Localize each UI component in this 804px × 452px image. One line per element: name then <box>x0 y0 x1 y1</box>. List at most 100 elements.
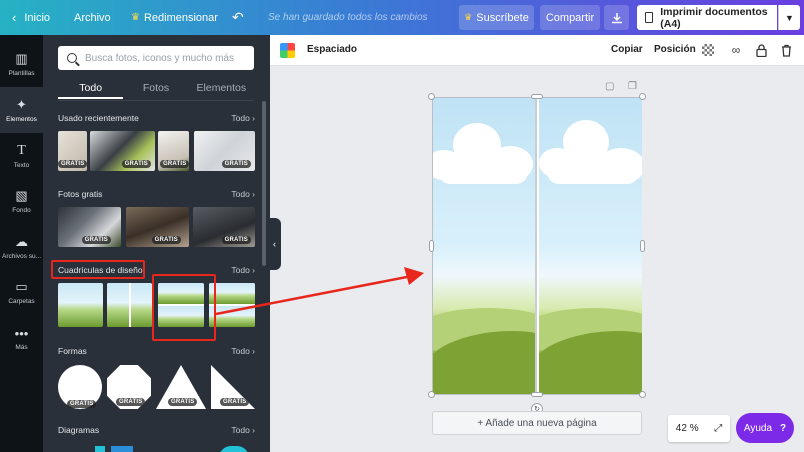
free-badge: GRATIS <box>151 236 181 244</box>
tab-divider <box>58 100 254 101</box>
resize-handle[interactable] <box>428 391 435 398</box>
resize-handle[interactable] <box>640 240 645 252</box>
grid-cell <box>130 283 152 327</box>
rail-item-text[interactable]: T Texto <box>0 133 43 179</box>
chevron-left-icon: ‹ <box>12 10 17 25</box>
tab-photos[interactable]: Fotos <box>123 79 188 99</box>
resize-handle[interactable] <box>531 94 543 99</box>
more-icon: ••• <box>14 325 29 341</box>
spacing-button[interactable]: Espaciado <box>307 44 357 55</box>
free-badge: GRATIS <box>58 160 87 168</box>
help-button[interactable]: Ayuda ? <box>736 413 794 443</box>
see-all-link[interactable]: Todo › <box>231 265 255 275</box>
recent-photo[interactable]: GRATIS <box>90 131 155 171</box>
help-label: Ayuda <box>743 422 773 434</box>
background-icon: ▧ <box>15 188 28 203</box>
collapse-panel-button[interactable]: ‹ <box>268 218 281 270</box>
chart-preview[interactable] <box>95 446 105 452</box>
section-title: Fotos gratis <box>58 189 103 199</box>
subscribe-label: Suscríbete <box>476 11 529 24</box>
section-shapes-header: Formas Todo › <box>58 346 255 356</box>
resize-button[interactable]: ♛ Redimensionar <box>131 0 218 35</box>
shape-circle[interactable]: GRATIS <box>58 365 102 409</box>
see-all-link[interactable]: Todo › <box>231 346 255 356</box>
position-button[interactable]: Posición <box>654 44 696 55</box>
undo-icon[interactable]: ↶ <box>232 0 244 35</box>
file-menu[interactable]: Archivo <box>74 0 111 35</box>
lock-icon[interactable] <box>753 42 769 58</box>
grid-spacing-divider[interactable] <box>535 97 537 395</box>
resize-handle[interactable] <box>429 240 434 252</box>
free-photo[interactable]: GRATIS <box>193 207 255 247</box>
recent-photo[interactable]: GRATIS <box>194 131 255 171</box>
zoom-control[interactable]: 42 % ⤢ <box>668 415 730 442</box>
document-icon <box>645 12 654 23</box>
resize-handle[interactable] <box>639 391 646 398</box>
resize-label: Redimensionar <box>143 11 218 24</box>
section-free-photos-header: Fotos gratis Todo › <box>58 189 255 199</box>
add-page-button[interactable]: + Añade una nueva página <box>432 411 642 435</box>
save-status: Se han guardado todos los cambios <box>268 12 428 23</box>
grid-cell-left[interactable] <box>433 98 536 394</box>
tab-elements[interactable]: Elementos <box>189 79 254 99</box>
home-button[interactable]: ‹ Inicio <box>12 0 50 35</box>
shape-right-triangle[interactable]: GRATIS <box>211 365 255 409</box>
crown-icon: ♛ <box>464 12 473 22</box>
section-title: Diagramas <box>58 425 100 435</box>
rail-item-folders[interactable]: ▭ Carpetas <box>0 269 43 315</box>
print-button[interactable]: Imprimir documentos (A4) <box>637 5 777 30</box>
see-all-link[interactable]: Todo › <box>231 425 255 435</box>
free-photo[interactable]: GRATIS <box>58 207 121 247</box>
download-icon <box>611 12 622 23</box>
section-title: Formas <box>58 346 87 356</box>
rail-item-uploads[interactable]: ☁ Archivos su... <box>0 224 43 270</box>
share-button[interactable]: Compartir <box>540 5 600 30</box>
cloud <box>438 158 528 184</box>
panel-tabs: Todo Fotos Elementos <box>58 79 254 99</box>
section-recent-header: Usado recientemente Todo › <box>58 113 255 123</box>
rail-item-elements[interactable]: ✦ Elementos <box>0 87 43 133</box>
search-icon <box>67 53 77 63</box>
chevron-down-icon[interactable]: ▼ <box>778 5 800 30</box>
rail-item-more[interactable]: ••• Más <box>0 315 43 361</box>
download-button[interactable] <box>604 5 629 30</box>
resize-handle[interactable] <box>531 392 543 397</box>
rail-item-background[interactable]: ▧ Fondo <box>0 178 43 224</box>
grid-two-columns[interactable] <box>107 283 152 327</box>
chart-preview[interactable] <box>219 446 249 452</box>
link-icon[interactable]: ∞ <box>728 42 744 58</box>
search-box[interactable] <box>58 46 254 70</box>
rail-item-templates[interactable]: ▥ Plantillas <box>0 41 43 87</box>
free-badge: GRATIS <box>221 160 251 168</box>
recent-photo[interactable]: GRATIS <box>158 131 189 171</box>
trash-icon[interactable] <box>778 42 794 58</box>
editor-toolbar: Espaciado Copiar Posición ∞ <box>270 35 804 66</box>
shape-octagon[interactable]: GRATIS <box>107 365 151 409</box>
free-badge: GRATIS <box>168 398 198 406</box>
tab-all[interactable]: Todo <box>58 79 124 99</box>
color-picker-icon[interactable] <box>280 43 295 58</box>
upload-icon: ☁ <box>15 234 28 249</box>
search-input[interactable] <box>85 52 245 64</box>
panel-scrollbar[interactable] <box>262 101 266 266</box>
fullscreen-icon[interactable]: ⤢ <box>714 423 722 434</box>
free-badge: GRATIS <box>67 400 97 408</box>
recent-photo[interactable]: GRATIS <box>58 131 87 171</box>
copy-button[interactable]: Copiar <box>611 44 643 55</box>
grid-cell-right[interactable] <box>539 98 642 394</box>
chevron-left-icon: ‹ <box>273 239 276 249</box>
transparency-icon[interactable] <box>702 44 714 56</box>
see-all-link[interactable]: Todo › <box>231 189 255 199</box>
grid-single[interactable] <box>58 283 103 327</box>
free-photo[interactable]: GRATIS <box>126 207 189 247</box>
duplicate-page-icon[interactable]: ❐ <box>628 81 637 92</box>
free-badge: GRATIS <box>81 236 111 244</box>
resize-handle[interactable] <box>428 93 435 100</box>
canvas-page[interactable] <box>432 97 642 395</box>
comment-icon[interactable]: ▢ <box>605 81 614 92</box>
resize-handle[interactable] <box>639 93 646 100</box>
shape-triangle[interactable]: GRATIS <box>156 365 206 409</box>
chart-preview[interactable] <box>111 446 133 452</box>
see-all-link[interactable]: Todo › <box>231 113 255 123</box>
subscribe-button[interactable]: ♛ Suscríbete <box>459 5 534 30</box>
